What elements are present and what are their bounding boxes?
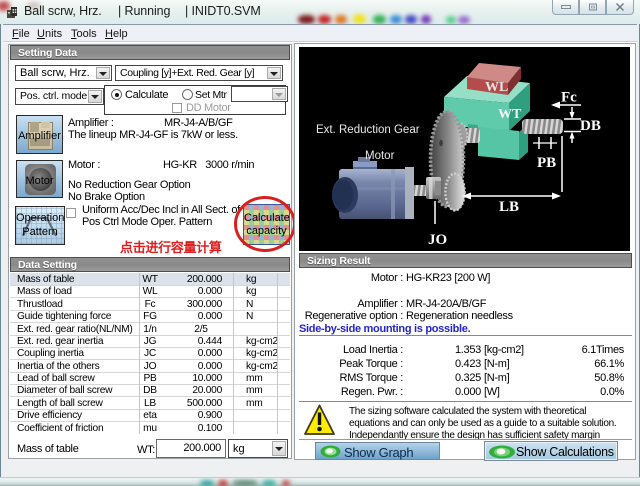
svg-text:Fc: Fc [561,90,577,106]
svg-text:LB: LB [499,199,519,215]
svg-text:Motor: Motor [365,150,395,162]
svg-text:WT: WT [498,107,522,122]
svg-text:PB: PB [537,155,556,171]
svg-text:WL: WL [485,80,508,95]
svg-text:JO: JO [428,232,447,248]
svg-text:Ext. Reduction Gear: Ext. Reduction Gear [316,124,420,136]
svg-text:DB: DB [580,118,601,134]
